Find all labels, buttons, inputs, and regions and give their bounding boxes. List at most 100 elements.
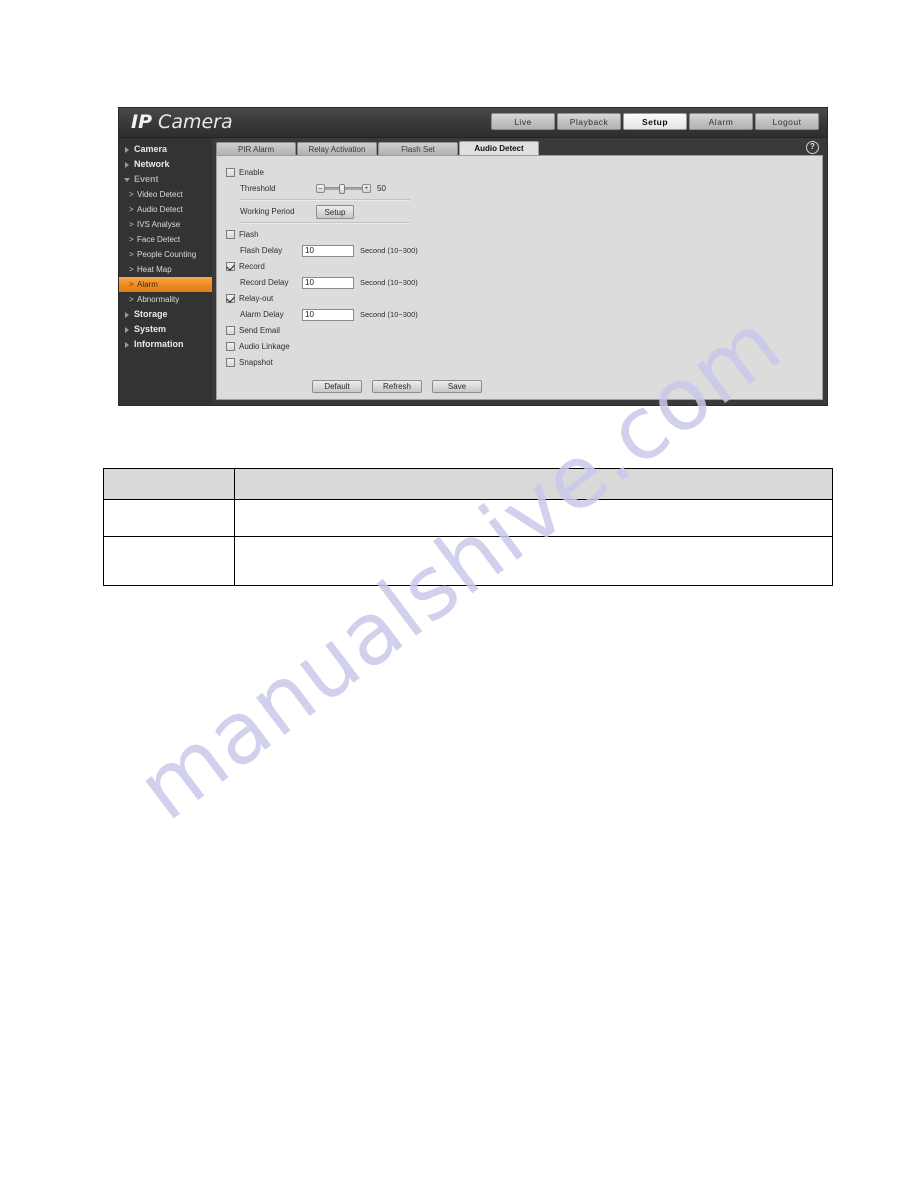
- default-button[interactable]: Default: [312, 380, 362, 393]
- sidebar-item-label: System: [134, 324, 167, 334]
- working-period-label: Working Period: [240, 207, 295, 216]
- save-button[interactable]: Save: [432, 380, 482, 393]
- chevron-right-icon: >: [129, 190, 134, 199]
- sidebar-item-label: Event: [134, 174, 159, 184]
- record-delay-unit: Second (10~300): [360, 278, 418, 287]
- sidebar-item-label: Abnormality: [137, 295, 180, 304]
- logo-text-primary: IP: [131, 111, 152, 133]
- divider: [240, 199, 410, 201]
- nav-button-playback[interactable]: Playback: [557, 113, 621, 130]
- sidebar-item-label: Information: [134, 339, 184, 349]
- sidebar-item-label: Audio Detect: [137, 205, 183, 214]
- slider-handle[interactable]: [339, 184, 345, 194]
- tab-audio-detect[interactable]: Audio Detect: [459, 141, 539, 155]
- record-label: Record: [239, 262, 265, 271]
- sidebar-item-people-counting[interactable]: > People Counting: [119, 247, 212, 262]
- refresh-button[interactable]: Refresh: [372, 380, 422, 393]
- alarm-delay-unit: Second (10~300): [360, 310, 418, 319]
- sidebar-item-storage[interactable]: Storage: [119, 307, 212, 322]
- triangle-right-icon: [125, 312, 129, 318]
- table-cell-parameter: [103, 536, 235, 586]
- tab-flash-set[interactable]: Flash Set: [378, 142, 458, 155]
- nav-button-setup[interactable]: Setup: [623, 113, 687, 130]
- alarm-delay-row: Alarm Delay Second (10~300): [226, 307, 822, 322]
- flash-row: Flash: [226, 227, 822, 242]
- alarm-delay-input[interactable]: [302, 308, 354, 321]
- app-logo: IP Camera: [131, 111, 233, 133]
- record-checkbox[interactable]: [226, 262, 235, 271]
- record-delay-label: Record Delay: [240, 278, 289, 287]
- nav-button-live[interactable]: Live: [491, 113, 555, 130]
- top-navigation: Live Playback Setup Alarm Logout: [491, 113, 819, 130]
- sidebar-item-label: Storage: [134, 309, 168, 319]
- working-period-setup-button[interactable]: Setup: [316, 204, 354, 219]
- plus-icon[interactable]: +: [362, 184, 371, 193]
- sidebar-item-abnormality[interactable]: > Abnormality: [119, 292, 212, 307]
- sidebar-item-face-detect[interactable]: > Face Detect: [119, 232, 212, 247]
- sidebar-item-network[interactable]: Network: [119, 157, 212, 172]
- record-delay-input[interactable]: [302, 276, 354, 289]
- relay-out-checkbox[interactable]: [226, 294, 235, 303]
- flash-delay-unit: Second (10~300): [360, 246, 418, 255]
- sidebar-item-label: Camera: [134, 144, 168, 154]
- sidebar-item-camera[interactable]: Camera: [119, 142, 212, 157]
- nav-button-logout[interactable]: Logout: [755, 113, 819, 130]
- sidebar-item-audio-detect[interactable]: > Audio Detect: [119, 202, 212, 217]
- divider: [240, 222, 410, 224]
- minus-icon[interactable]: –: [316, 184, 325, 193]
- slider-track[interactable]: [325, 184, 362, 194]
- sidebar-item-label: Video Detect: [137, 190, 183, 199]
- threshold-label: Threshold: [240, 184, 276, 193]
- audio-detect-settings-panel: Enable Threshold – + 50 Working Period S…: [216, 155, 823, 400]
- app-header: IP Camera Live Playback Setup Alarm Logo…: [119, 108, 827, 138]
- sidebar-item-alarm[interactable]: > Alarm: [119, 277, 212, 292]
- audio-linkage-row: Audio Linkage: [226, 339, 822, 354]
- audio-linkage-checkbox[interactable]: [226, 342, 235, 351]
- chevron-right-icon: >: [129, 205, 134, 214]
- threshold-slider[interactable]: – + 50: [316, 184, 386, 194]
- sidebar-item-information[interactable]: Information: [119, 337, 212, 352]
- nav-button-alarm[interactable]: Alarm: [689, 113, 753, 130]
- sidebar-item-system[interactable]: System: [119, 322, 212, 337]
- sidebar-item-heat-map[interactable]: > Heat Map: [119, 262, 212, 277]
- sidebar-item-event[interactable]: Event: [119, 172, 212, 187]
- table-header-cell-function: [234, 468, 833, 500]
- action-buttons: Default Refresh Save: [312, 380, 822, 393]
- app-body: Camera Network Event > Video Detect > Au…: [119, 138, 827, 405]
- enable-checkbox[interactable]: [226, 168, 235, 177]
- sidebar-item-video-detect[interactable]: > Video Detect: [119, 187, 212, 202]
- threshold-value: 50: [377, 184, 386, 193]
- send-email-label: Send Email: [239, 326, 280, 335]
- flash-delay-input[interactable]: [302, 244, 354, 257]
- sidebar-item-ivs-analyse[interactable]: > IVS Analyse: [119, 217, 212, 232]
- record-row: Record: [226, 259, 822, 274]
- parameter-description-table: [103, 468, 833, 586]
- chevron-right-icon: >: [129, 220, 134, 229]
- flash-label: Flash: [239, 230, 259, 239]
- snapshot-checkbox[interactable]: [226, 358, 235, 367]
- sidebar-item-label: Network: [134, 159, 170, 169]
- table-header-cell-parameter: [103, 468, 235, 500]
- help-icon[interactable]: ?: [806, 141, 819, 154]
- snapshot-label: Snapshot: [239, 358, 273, 367]
- sidebar-item-label: Heat Map: [137, 265, 172, 274]
- relay-out-row: Relay-out: [226, 291, 822, 306]
- tab-relay-activation[interactable]: Relay Activation: [297, 142, 377, 155]
- send-email-checkbox[interactable]: [226, 326, 235, 335]
- enable-label: Enable: [239, 168, 264, 177]
- table-row: [103, 536, 833, 586]
- record-delay-row: Record Delay Second (10~300): [226, 275, 822, 290]
- flash-checkbox[interactable]: [226, 230, 235, 239]
- logo-text-secondary: Camera: [158, 111, 233, 133]
- working-period-row: Working Period Setup: [226, 204, 822, 219]
- chevron-right-icon: >: [129, 265, 134, 274]
- chevron-right-icon: >: [129, 295, 134, 304]
- ip-camera-web-ui-screenshot: IP Camera Live Playback Setup Alarm Logo…: [118, 107, 828, 406]
- table-cell-parameter: [103, 499, 235, 537]
- triangle-down-icon: [124, 178, 130, 182]
- triangle-right-icon: [125, 162, 129, 168]
- table-row: [103, 499, 833, 537]
- table-cell-function: [234, 499, 833, 537]
- tab-pir-alarm[interactable]: PIR Alarm: [216, 142, 296, 155]
- sidebar-item-label: Face Detect: [137, 235, 181, 244]
